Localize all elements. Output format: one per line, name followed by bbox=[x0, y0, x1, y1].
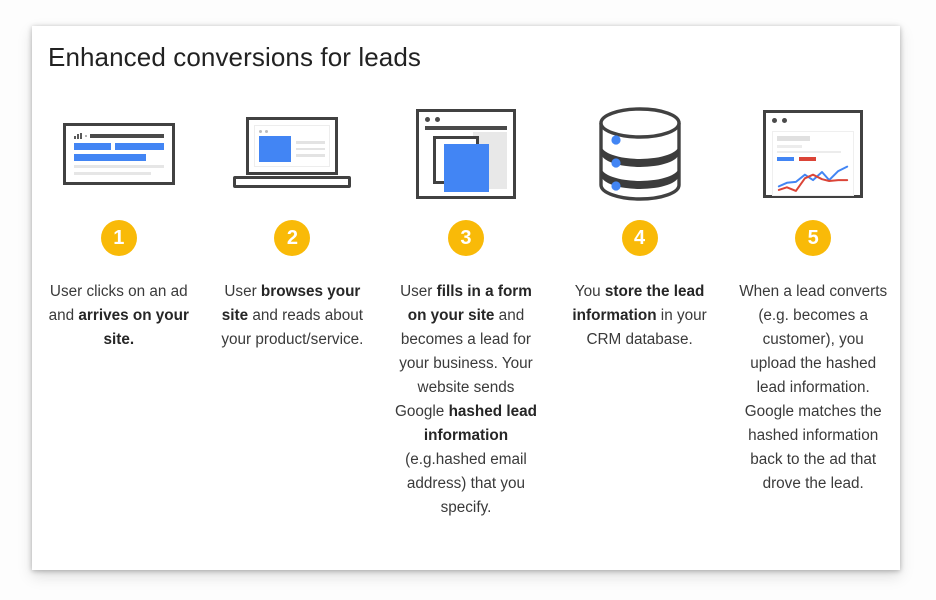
browser-dot-icon bbox=[265, 130, 269, 133]
browser-dots bbox=[424, 117, 507, 122]
step-5: 5 When a lead converts (e.g. becomes a c… bbox=[726, 98, 900, 496]
laptop-base bbox=[233, 176, 352, 188]
browser-dot-icon bbox=[259, 130, 263, 133]
ad-header-row bbox=[73, 133, 164, 139]
laptop-screen bbox=[246, 117, 339, 175]
browser-dot-icon bbox=[424, 117, 430, 122]
step-5-badge: 5 bbox=[795, 220, 832, 256]
ad-blue-row-2 bbox=[73, 154, 164, 161]
laptop-page-body bbox=[259, 136, 326, 162]
browser-form-icon bbox=[415, 109, 516, 199]
browser-dots bbox=[772, 118, 854, 123]
step-1: 1 User clicks on an ad and arrives on yo… bbox=[32, 98, 206, 352]
ad-blue-bar-b bbox=[115, 143, 164, 150]
database-svg bbox=[598, 107, 681, 201]
dashboard-panel bbox=[772, 131, 855, 197]
step-5-icon-slot bbox=[763, 98, 864, 210]
ad-gray-line-2 bbox=[73, 172, 152, 175]
steps-row: 1 User clicks on an ad and arrives on yo… bbox=[32, 98, 900, 520]
step-2-badge: 2 bbox=[274, 220, 311, 256]
legend-swatch-blue bbox=[777, 157, 795, 161]
ad-headline-bar bbox=[89, 134, 164, 138]
ad-blue-row-1 bbox=[73, 143, 164, 150]
step-1-text: User clicks on an ad and arrives on your… bbox=[44, 280, 194, 352]
browser-dot-icon bbox=[434, 117, 440, 122]
ad-bars-icon bbox=[73, 133, 82, 139]
step-2-text: User browses your site and reads about y… bbox=[217, 280, 367, 352]
laptop-image-block bbox=[259, 136, 292, 162]
step-3-text: User fills in a form on your site and be… bbox=[391, 280, 541, 520]
step-3-badge: 3 bbox=[447, 220, 484, 256]
step-3: 3 User fills in a form on your site and … bbox=[379, 98, 553, 520]
laptop-website-icon bbox=[233, 117, 352, 191]
ad-gray-line-1 bbox=[73, 165, 164, 168]
step-1-icon-slot bbox=[62, 98, 175, 210]
ad-blue-bar-a bbox=[73, 143, 112, 150]
form-blue-block bbox=[443, 144, 489, 192]
laptop-text-line bbox=[296, 141, 326, 144]
laptop-text-line bbox=[296, 147, 326, 151]
page-title: Enhanced conversions for leads bbox=[48, 42, 422, 72]
diagram-root: Enhanced conversions for leads 1 User cl… bbox=[0, 0, 936, 600]
chart-line-blue bbox=[777, 165, 849, 187]
dashboard-line-placeholder bbox=[777, 150, 841, 153]
database-dot-icon bbox=[610, 158, 621, 168]
step-3-text-part-1: User bbox=[400, 283, 437, 300]
dashboard-title-placeholder bbox=[777, 136, 811, 141]
laptop-page bbox=[254, 125, 331, 167]
step-2-icon-slot bbox=[233, 98, 352, 210]
step-3-icon-slot bbox=[415, 98, 516, 210]
step-3-text-part-5: (e.g.hashed email address) that you spec… bbox=[405, 451, 527, 516]
browser-dot-icon bbox=[782, 118, 788, 123]
step-5-text-part-1: When a lead converts (e.g. becomes a cus… bbox=[739, 283, 888, 492]
ad-blue-bar-c bbox=[73, 154, 146, 161]
database-icon bbox=[597, 107, 683, 201]
step-1-badge: 1 bbox=[100, 220, 137, 256]
line-chart-graphic bbox=[777, 165, 849, 192]
laptop-text-lines bbox=[296, 136, 326, 162]
browser-dot-icon bbox=[772, 118, 778, 123]
step-5-text: When a lead converts (e.g. becomes a cus… bbox=[738, 280, 888, 496]
step-4-text-part-1: You bbox=[574, 283, 605, 300]
laptop-browser-dots bbox=[259, 130, 325, 133]
browser-address-bar bbox=[424, 126, 507, 130]
database-dot-icon bbox=[610, 181, 621, 191]
laptop-text-line bbox=[296, 154, 326, 157]
dashboard-subtitle-placeholder bbox=[777, 145, 802, 148]
step-4: 4 You store the lead information in your… bbox=[553, 98, 727, 352]
chart-legend bbox=[777, 157, 849, 161]
step-1-text-part-2: arrives on your site. bbox=[78, 307, 189, 348]
step-4-icon-slot bbox=[597, 98, 683, 210]
step-4-badge: 4 bbox=[621, 220, 658, 256]
legend-swatch-red bbox=[799, 157, 817, 161]
analytics-dashboard-icon bbox=[763, 110, 864, 198]
step-2: 2 User browses your site and reads about… bbox=[206, 98, 380, 352]
ad-dot-icon bbox=[84, 135, 87, 137]
database-dot-icon bbox=[610, 135, 621, 145]
diagram-card: Enhanced conversions for leads 1 User cl… bbox=[32, 26, 900, 570]
step-4-text: You store the lead information in your C… bbox=[565, 280, 715, 352]
ad-result-window-icon bbox=[62, 123, 175, 185]
step-2-text-part-1: User bbox=[224, 283, 261, 300]
